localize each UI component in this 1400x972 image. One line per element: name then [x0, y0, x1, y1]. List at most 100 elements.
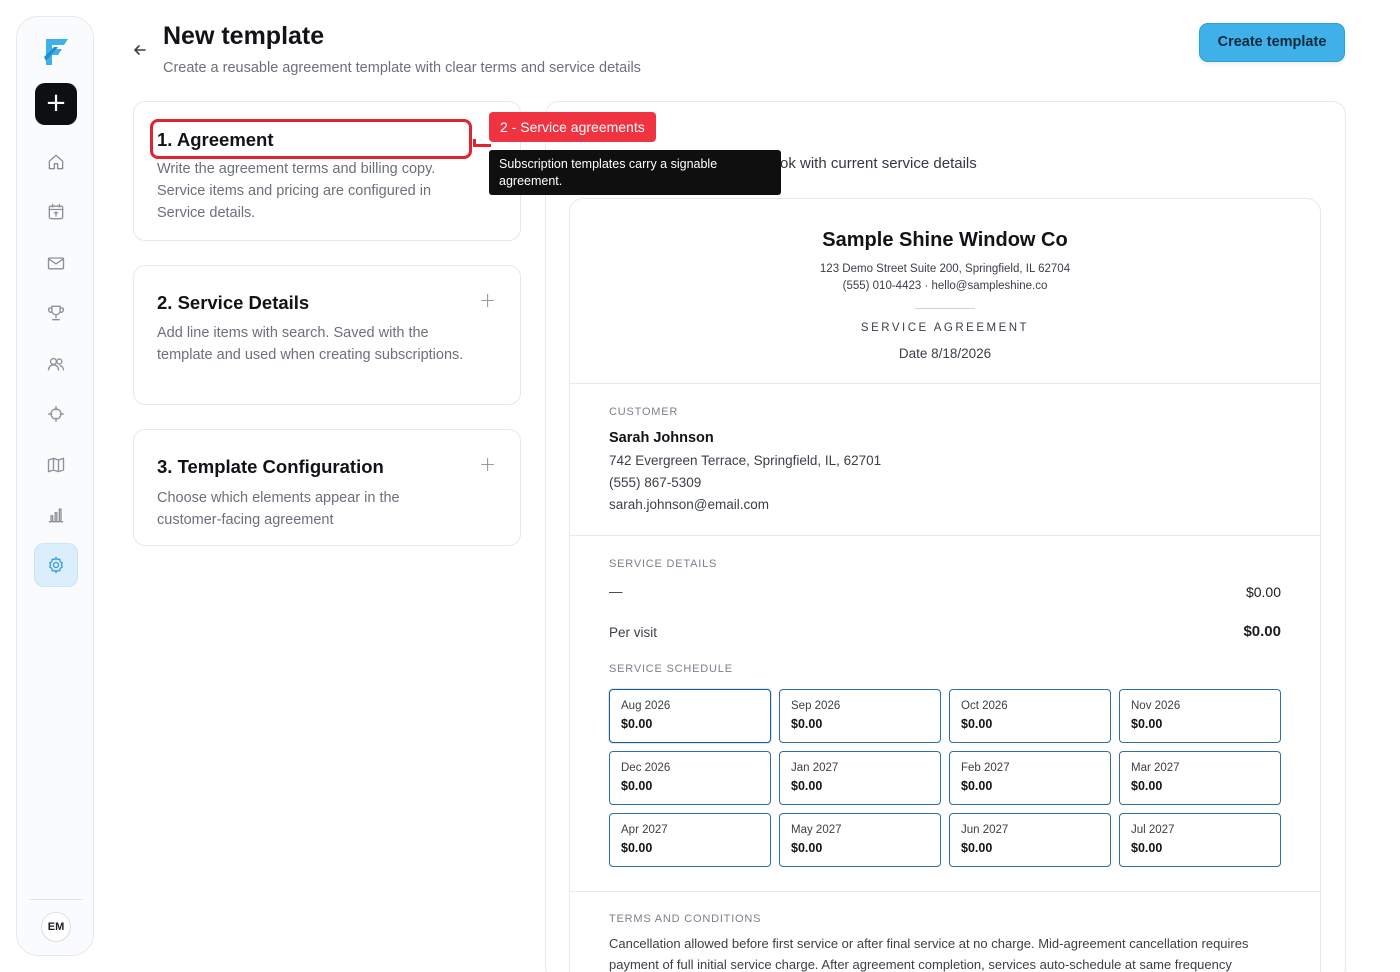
nav-map[interactable] — [34, 443, 78, 487]
terms-label: TERMS AND CONDITIONS — [609, 913, 762, 925]
schedule-month-amount: $0.00 — [791, 717, 823, 731]
document-kind: SERVICE AGREEMENT — [860, 322, 1030, 334]
schedule-month-label: May 2027 — [791, 824, 842, 836]
divider — [570, 535, 1320, 536]
calendar-icon — [48, 203, 64, 220]
schedule-month[interactable]: Apr 2027 $0.00 — [609, 813, 771, 867]
schedule-month-amount: $0.00 — [1131, 841, 1163, 855]
service-item-price: $0.00 — [1245, 584, 1281, 600]
schedule-month[interactable]: Nov 2026 $0.00 — [1119, 689, 1281, 743]
schedule-month-label: Apr 2027 — [621, 824, 668, 836]
schedule-month-amount: $0.00 — [1131, 717, 1163, 731]
schedule-month-label: Nov 2026 — [1131, 700, 1181, 712]
schedule-month-amount: $0.00 — [621, 841, 653, 855]
app-logo[interactable] — [40, 35, 72, 69]
annotation-highlight — [150, 119, 472, 159]
create-template-button[interactable]: Create template — [1199, 23, 1345, 62]
schedule-month-amount: $0.00 — [1131, 779, 1163, 793]
terms-text: Cancellation allowed before first servic… — [609, 936, 1249, 972]
schedule-month[interactable]: Aug 2026 $0.00 — [609, 689, 771, 743]
service-item-name: — — [609, 584, 623, 599]
nav-mail[interactable] — [34, 241, 78, 285]
nav-reports[interactable] — [34, 493, 78, 537]
new-button[interactable]: + — [35, 83, 77, 125]
header-rule — [915, 308, 975, 309]
schedule-month-label: Mar 2027 — [1131, 762, 1180, 774]
schedule-month-amount: $0.00 — [961, 779, 993, 793]
schedule-month-label: Aug 2026 — [621, 700, 671, 712]
schedule-month-label: Oct 2026 — [961, 700, 1008, 712]
expand-plus-icon[interactable]: + — [479, 288, 496, 312]
page-title: New template — [163, 22, 325, 50]
section-service-details[interactable]: 2. Service Details + Add line items with… — [133, 265, 521, 405]
schedule-month-amount: $0.00 — [621, 717, 653, 731]
schedule-month-label: Dec 2026 — [621, 762, 671, 774]
service-details-label: SERVICE DETAILS — [609, 558, 718, 570]
expand-plus-icon[interactable]: + — [479, 452, 496, 476]
divider — [570, 891, 1320, 892]
schedule-month-label: Sep 2026 — [791, 700, 841, 712]
section-title: 3. Template Configuration — [157, 456, 384, 477]
section-template-configuration[interactable]: 3. Template Configuration + Choose which… — [133, 429, 521, 546]
schedule-month[interactable]: Mar 2027 $0.00 — [1119, 751, 1281, 805]
preview-subtitle: ok with current service details — [780, 155, 977, 172]
section-description: Write the agreement terms and billing co… — [157, 161, 436, 221]
schedule-month[interactable]: Jan 2027 $0.00 — [779, 751, 941, 805]
mail-icon — [47, 257, 65, 270]
schedule-month-amount: $0.00 — [791, 841, 823, 855]
page-subtitle: Create a reusable agreement template wit… — [163, 60, 641, 76]
schedule-month[interactable]: Sep 2026 $0.00 — [779, 689, 941, 743]
section-description: Add line items with search. Saved with t… — [157, 325, 464, 363]
nav-home[interactable] — [34, 140, 78, 184]
schedule-month[interactable]: Oct 2026 $0.00 — [949, 689, 1111, 743]
nav-calendar[interactable] — [34, 190, 78, 234]
schedule-month-label: Feb 2027 — [961, 762, 1010, 774]
nav-trophy[interactable] — [34, 291, 78, 335]
avatar[interactable]: EM — [41, 912, 71, 942]
back-arrow-icon[interactable] — [130, 40, 150, 60]
sidebar-divider — [29, 899, 83, 900]
customer-phone: (555) 867-5309 — [609, 475, 702, 490]
customer-name: Sarah Johnson — [609, 430, 714, 446]
schedule-month-amount: $0.00 — [961, 841, 993, 855]
schedule-month[interactable]: Jun 2027 $0.00 — [949, 813, 1111, 867]
schedule-month[interactable]: Jul 2027 $0.00 — [1119, 813, 1281, 867]
agreement-document: Sample Shine Window Co 123 Demo Street S… — [569, 198, 1321, 972]
per-visit-price: $0.00 — [1243, 623, 1281, 640]
section-title: 2. Service Details — [157, 292, 310, 313]
nav-target[interactable] — [34, 392, 78, 436]
customer-address: 742 Evergreen Terrace, Springfield, IL, … — [609, 453, 882, 468]
annotation-tag: 2 - Service agreements — [489, 112, 656, 142]
divider — [570, 383, 1320, 384]
company-address: 123 Demo Street Suite 200, Springfield, … — [819, 263, 1071, 275]
home-icon — [48, 154, 64, 170]
schedule-month[interactable]: Feb 2027 $0.00 — [949, 751, 1111, 805]
schedule-month-amount: $0.00 — [791, 779, 823, 793]
customer-email: sarah.johnson@email.com — [609, 497, 770, 512]
schedule-month-amount: $0.00 — [621, 779, 653, 793]
customer-label: CUSTOMER — [609, 406, 679, 418]
nav-users[interactable] — [34, 342, 78, 386]
schedule-month[interactable]: Dec 2026 $0.00 — [609, 751, 771, 805]
service-schedule-label: SERVICE SCHEDULE — [609, 663, 733, 675]
nav-settings[interactable] — [34, 543, 78, 587]
trophy-icon — [47, 305, 65, 321]
document-date: Date 8/18/2026 — [898, 346, 992, 361]
bar-chart-icon — [48, 508, 64, 523]
gear-icon — [49, 556, 63, 574]
company-name: Sample Shine Window Co — [822, 229, 1068, 251]
per-visit-label: Per visit — [609, 625, 658, 640]
company-contact: (555) 010-4423 · hello@sampleshine.co — [842, 280, 1048, 292]
schedule-month-label: Jul 2027 — [1131, 824, 1175, 836]
schedule-month-amount: $0.00 — [961, 717, 993, 731]
map-icon — [47, 457, 65, 473]
tooltip: Subscription templates carry a signable … — [489, 150, 781, 195]
schedule-month[interactable]: May 2027 $0.00 — [779, 813, 941, 867]
users-icon — [47, 357, 65, 371]
section-description: Choose which elements appear in the cust… — [157, 490, 400, 528]
schedule-month-label: Jan 2027 — [791, 762, 839, 774]
schedule-month-label: Jun 2027 — [961, 824, 1009, 836]
sidebar: + EM — [16, 16, 94, 956]
crosshair-icon — [47, 405, 65, 423]
annotation-connector — [473, 139, 491, 147]
